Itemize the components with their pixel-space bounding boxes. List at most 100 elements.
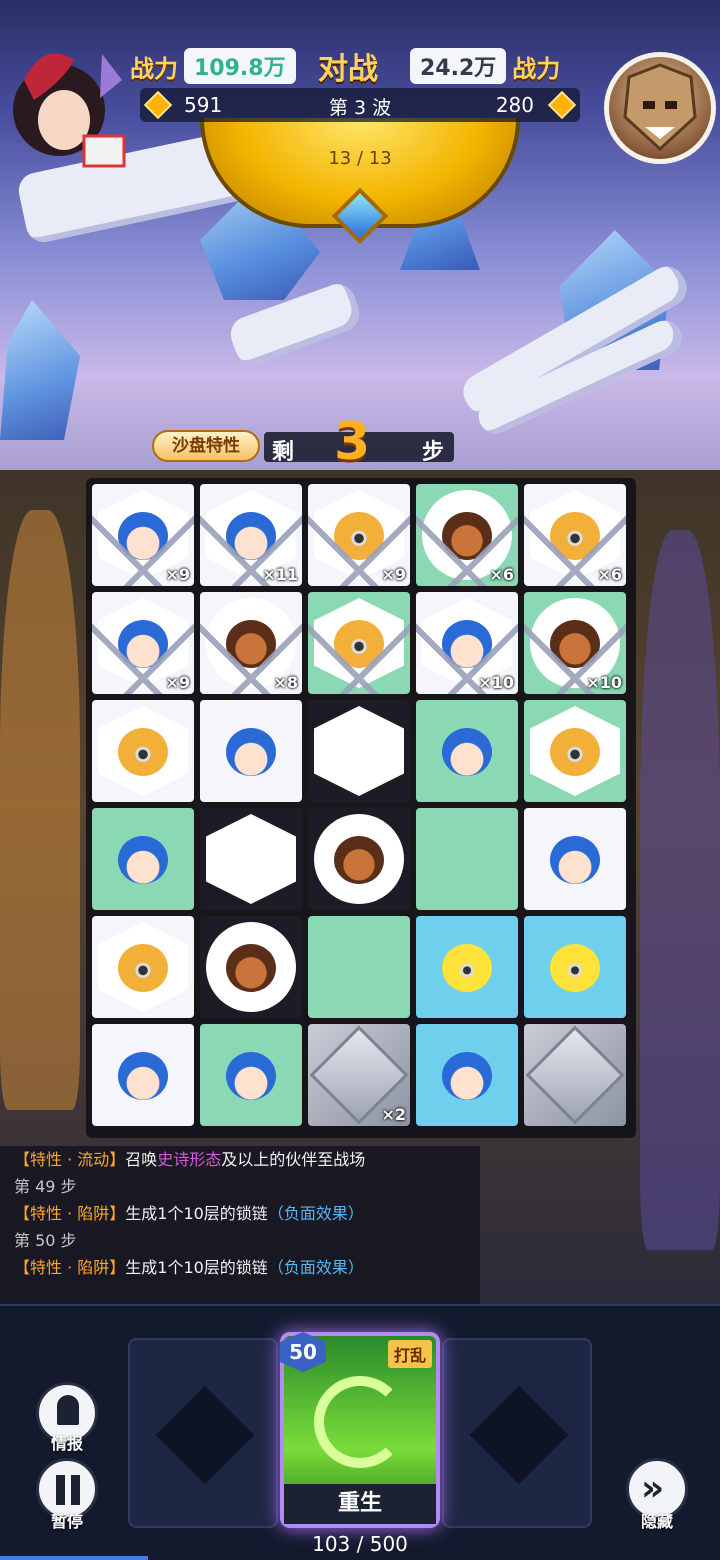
chain-lock-icon bbox=[308, 592, 410, 694]
board-cell[interactable] bbox=[524, 916, 626, 1018]
wave-bar: 591 第 3 波 280 bbox=[140, 88, 580, 122]
board-cell[interactable] bbox=[416, 808, 518, 910]
bottom-panel: 50 打乱 重生 103 / 500 情报 暂停 » 隐藏 bbox=[0, 1304, 720, 1560]
blue-hair-character-icon bbox=[118, 836, 168, 884]
board-cell[interactable] bbox=[416, 700, 518, 802]
player-character-icon bbox=[13, 53, 126, 168]
board-cell[interactable] bbox=[524, 808, 626, 910]
log-step: 第 50 步 bbox=[14, 1231, 77, 1250]
siren-icon bbox=[57, 1395, 79, 1425]
blue-hair-character-icon bbox=[226, 728, 276, 776]
yellow-hat-character-icon bbox=[118, 728, 168, 776]
steps-count: 3 bbox=[334, 412, 371, 470]
yellow-big-character-icon bbox=[442, 944, 492, 992]
board-cell[interactable]: ×2 bbox=[308, 1024, 410, 1126]
empty-slot-emblem-icon bbox=[469, 1385, 569, 1485]
hide-label: 隐藏 bbox=[640, 1512, 673, 1531]
layer-multiplier: ×11 bbox=[262, 565, 298, 584]
blue-hair-character-icon bbox=[118, 1052, 168, 1100]
board-cell[interactable] bbox=[416, 1024, 518, 1126]
board-cell[interactable] bbox=[308, 808, 410, 910]
double-chevron-right-icon: » bbox=[641, 1468, 665, 1509]
energy-counter: 103 / 500 bbox=[312, 1532, 408, 1556]
layer-multiplier: ×8 bbox=[273, 673, 298, 692]
enemy-power-label: 战力 bbox=[512, 53, 561, 83]
board-cell[interactable] bbox=[200, 808, 302, 910]
board-cell[interactable] bbox=[416, 916, 518, 1018]
enemy-avatar[interactable] bbox=[604, 52, 716, 164]
steps-remaining: 剩 3 步 bbox=[264, 412, 454, 470]
board-cell[interactable]: ×6 bbox=[524, 484, 626, 586]
board-cell[interactable]: ×11 bbox=[200, 484, 302, 586]
ally-army-decoration bbox=[0, 510, 80, 1110]
enemy-army-decoration bbox=[640, 530, 720, 1250]
log-text: 生成1个10层的锁链 bbox=[125, 1204, 268, 1223]
skill-slot-left[interactable] bbox=[128, 1338, 278, 1528]
hex-tile-frame bbox=[314, 706, 404, 796]
layer-multiplier: ×10 bbox=[586, 673, 622, 692]
log-tag: 【特性 · 陷阱】 bbox=[14, 1204, 126, 1223]
board-cell[interactable]: ×9 bbox=[92, 484, 194, 586]
board-cell[interactable] bbox=[308, 592, 410, 694]
steps-banner: 沙盘特性 剩 3 步 bbox=[152, 412, 458, 470]
yellow-hat-character-icon bbox=[550, 728, 600, 776]
board-cell[interactable]: ×10 bbox=[416, 592, 518, 694]
log-entry: 【特性 · 陷阱】生成1个10层的锁链（负面效果） bbox=[14, 1200, 466, 1227]
log-tag: 【特性 · 陷阱】 bbox=[14, 1258, 126, 1277]
board-cell[interactable] bbox=[92, 916, 194, 1018]
board-cell[interactable] bbox=[200, 916, 302, 1018]
player-power-value: 109.8万 bbox=[184, 48, 296, 84]
monkey-character-icon bbox=[334, 836, 384, 884]
board-cell[interactable]: ×6 bbox=[416, 484, 518, 586]
board-cell[interactable]: ×8 bbox=[200, 592, 302, 694]
log-tail: 及以上的伙伴至战场 bbox=[221, 1150, 366, 1169]
log-tag: 【特性 · 流动】 bbox=[14, 1150, 126, 1169]
log-highlight[interactable]: 史诗形态 bbox=[157, 1150, 221, 1169]
player-avatar[interactable] bbox=[4, 40, 126, 168]
board-cell[interactable] bbox=[92, 700, 194, 802]
layer-multiplier: ×6 bbox=[597, 565, 622, 584]
board-cell[interactable]: ×9 bbox=[92, 592, 194, 694]
skill-card-rebirth[interactable]: 50 打乱 重生 bbox=[280, 1332, 440, 1528]
layer-multiplier: ×2 bbox=[381, 1105, 406, 1124]
enemy-score: 280 bbox=[495, 93, 534, 117]
crystal-decoration bbox=[0, 300, 80, 440]
layer-multiplier: ×9 bbox=[381, 565, 406, 584]
info-label: 情报 bbox=[50, 1434, 83, 1453]
board-cell[interactable] bbox=[524, 1024, 626, 1126]
player-power-label: 战力 bbox=[130, 53, 178, 83]
skill-name: 重生 bbox=[284, 1484, 436, 1524]
log-text: 生成1个10层的锁链 bbox=[125, 1258, 268, 1277]
enemy-power-value: 24.2万 bbox=[410, 48, 507, 84]
board-cell[interactable] bbox=[308, 916, 410, 1018]
pause-label: 暂停 bbox=[50, 1512, 83, 1531]
log-highlight[interactable]: （负面效果） bbox=[268, 1258, 364, 1277]
board-cell[interactable] bbox=[308, 700, 410, 802]
enemy-beast-icon bbox=[623, 63, 697, 152]
blue-hair-character-icon bbox=[442, 728, 492, 776]
sandbox-trait-button[interactable]: 沙盘特性 bbox=[152, 430, 260, 462]
player-power: 战力 109.8万 bbox=[130, 46, 296, 86]
log-text: 召唤 bbox=[125, 1150, 158, 1169]
log-entry: 【特性 · 流动】召唤史诗形态及以上的伙伴至战场 bbox=[14, 1146, 466, 1173]
energy-progress-bar bbox=[0, 1556, 148, 1560]
board-cell[interactable] bbox=[200, 700, 302, 802]
layer-multiplier: ×10 bbox=[478, 673, 514, 692]
log-step: 第 49 步 bbox=[14, 1177, 77, 1196]
hex-tile-frame bbox=[206, 814, 296, 904]
puzzle-board[interactable]: ×9 ×11 ×9 ×6 ×6 ×9 ×8 ×10 ×10 ×2 bbox=[86, 478, 636, 1138]
log-highlight[interactable]: （负面效果） bbox=[268, 1204, 364, 1223]
yellow-hat-character-icon bbox=[118, 944, 168, 992]
board-cell[interactable] bbox=[524, 700, 626, 802]
skill-slot-right[interactable] bbox=[442, 1338, 592, 1528]
layer-multiplier: ×9 bbox=[165, 673, 190, 692]
board-cell[interactable] bbox=[200, 1024, 302, 1126]
wave-progress: 13 / 13 bbox=[328, 148, 392, 169]
layer-multiplier: ×9 bbox=[165, 565, 190, 584]
board-cell[interactable]: ×9 bbox=[308, 484, 410, 586]
steps-unit-label: 步 bbox=[421, 440, 444, 465]
power-bar: 战力 109.8万 对战 24.2万 战力 bbox=[120, 46, 600, 87]
board-cell[interactable] bbox=[92, 1024, 194, 1126]
board-cell[interactable] bbox=[92, 808, 194, 910]
board-cell[interactable]: ×10 bbox=[524, 592, 626, 694]
